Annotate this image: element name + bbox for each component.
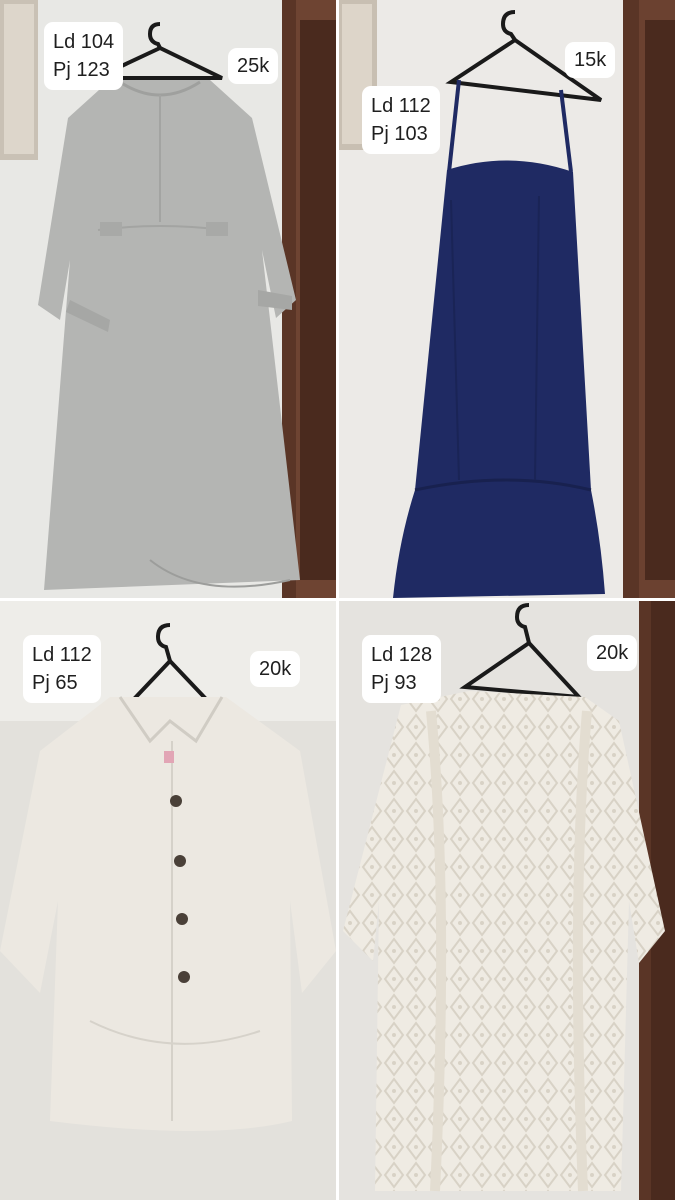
price-label: 25k bbox=[228, 48, 279, 84]
size-label: Ld 104 Pj 123 bbox=[44, 22, 124, 90]
price-label: 20k bbox=[250, 651, 301, 687]
photo-white-shirt: Ld 112 Pj 65 20k bbox=[0, 601, 336, 1200]
price-label: 20k bbox=[587, 635, 638, 671]
photo-grey-dress: Ld 104 Pj 123 25k bbox=[0, 0, 336, 598]
bust-size: Ld 104 bbox=[53, 31, 115, 53]
price-label: 15k bbox=[565, 42, 616, 78]
length-size: Pj 65 bbox=[32, 672, 78, 694]
photo-lace-cardigan: Ld 128 Pj 93 20k bbox=[339, 601, 675, 1200]
size-label: Ld 112 Pj 103 bbox=[362, 86, 440, 154]
size-label: Ld 128 Pj 93 bbox=[362, 635, 442, 703]
photo-navy-slip-dress: Ld 112 Pj 103 15k bbox=[339, 0, 675, 598]
length-size: Pj 103 bbox=[371, 123, 428, 145]
length-size: Pj 123 bbox=[53, 59, 110, 81]
bust-size: Ld 112 bbox=[32, 644, 92, 666]
bust-size: Ld 128 bbox=[371, 644, 433, 666]
size-label: Ld 112 Pj 65 bbox=[23, 635, 101, 703]
length-size: Pj 93 bbox=[371, 672, 417, 694]
bust-size: Ld 112 bbox=[371, 95, 431, 117]
product-photo-collage: Ld 104 Pj 123 25k Ld 112 Pj 103 15k Ld 1… bbox=[0, 0, 675, 1200]
